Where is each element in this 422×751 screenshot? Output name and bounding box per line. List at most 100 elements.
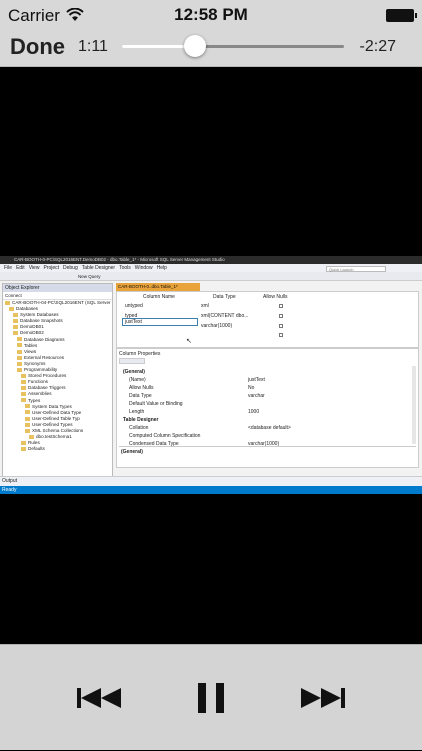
- tree-item-label: Database Diagrams: [24, 336, 65, 342]
- folder-icon: [21, 392, 26, 397]
- property-label: Data Type: [129, 393, 152, 399]
- folder-icon: [13, 312, 18, 317]
- menu-item: Window: [134, 265, 153, 271]
- skip-back-icon: [77, 688, 121, 708]
- tree-item-label: Stored Procedures: [28, 373, 67, 379]
- folder-icon: [21, 373, 26, 378]
- folder-icon: [25, 404, 30, 409]
- col-header-name: Column Name: [143, 294, 175, 300]
- tree-item-label: System Databases: [20, 312, 59, 318]
- tree-item-label: dbo.testSchema1: [36, 434, 72, 440]
- tree-item-label: Tables: [24, 342, 38, 348]
- folder-icon: [17, 349, 22, 354]
- allow-nulls-checkbox: [279, 304, 283, 308]
- allow-nulls-checkbox: [279, 333, 283, 337]
- menu-item: File: [4, 265, 13, 271]
- properties-scrollbar: [412, 366, 416, 444]
- folder-icon: [13, 331, 18, 336]
- property-value: 1000: [248, 409, 260, 415]
- object-explorer-title: Object Explorer: [3, 284, 112, 292]
- folder-icon: [17, 355, 22, 360]
- ssms-status-bar: Ready: [0, 486, 422, 494]
- row-type: varchar(1000): [201, 323, 233, 329]
- tree-item-label: Databases: [16, 306, 38, 312]
- tree-item-label: DemoDB01: [20, 324, 44, 330]
- property-value: varchar: [248, 393, 265, 399]
- folder-icon: [21, 447, 26, 452]
- designer-tab: CAR-BOOTH-0..dbo.Table_1*: [116, 283, 200, 291]
- row-name: untyped: [125, 303, 143, 309]
- property-description: (General): [119, 446, 416, 466]
- folder-icon: [21, 386, 26, 391]
- property-value: <database default>: [248, 425, 291, 431]
- tree-item-label: Assemblies: [28, 391, 52, 397]
- property-value: justText: [248, 377, 265, 383]
- status-bar: Carrier 12:58 PM: [0, 0, 422, 30]
- col-header-type: Data Type: [213, 294, 236, 300]
- property-label: Computed Column Specification: [129, 433, 201, 439]
- col-header-nulls: Allow Nulls: [263, 294, 288, 300]
- menu-item: Project: [43, 265, 59, 271]
- property-label: Table Designer: [123, 417, 159, 423]
- column-properties: Column Properties (General) (Name) justTex…: [116, 348, 419, 468]
- tree-item-label: CAR-BOOTH-04-PC\SQL2016ENT (SQL Server: [12, 300, 111, 305]
- object-explorer: Object Explorer Connect CAR-BOOTH-04-PC\…: [2, 283, 113, 494]
- menu-item: View: [28, 265, 40, 271]
- battery-icon: [386, 9, 417, 22]
- allow-nulls-checkbox: [279, 314, 283, 318]
- tree-item-label: Synonyms: [24, 360, 46, 366]
- folder-icon: [21, 380, 26, 384]
- tree-item-label: System Data Types: [32, 403, 72, 409]
- tree-item-label: Functions: [28, 379, 48, 385]
- tree-item-label: Database Triggers: [28, 385, 66, 391]
- folder-icon: [25, 422, 30, 427]
- previous-button[interactable]: [70, 645, 130, 751]
- tree-item-label: Views: [24, 348, 37, 354]
- new-query-label: New Query: [78, 274, 101, 279]
- tree-item-label: Defaults: [28, 446, 45, 452]
- property-value: No: [248, 385, 255, 391]
- folder-icon: [29, 434, 34, 439]
- property-label: Length: [129, 409, 145, 415]
- tree-item-label: XML Schema Collections: [32, 427, 84, 433]
- progress-knob[interactable]: [184, 35, 207, 57]
- folder-icon: [17, 361, 22, 366]
- folder-icon: [25, 428, 30, 433]
- tree-item-label: Programmability: [24, 367, 58, 373]
- folder-icon: [21, 440, 26, 445]
- properties-toolbar: [119, 358, 145, 364]
- next-button[interactable]: [292, 645, 352, 751]
- remaining-time: -2:27: [359, 38, 396, 55]
- folder-icon: [25, 416, 30, 421]
- tree-item-label: User-Defined Table Typ: [32, 415, 80, 421]
- video-frame[interactable]: CAR-BOOTH-0-PC\SQL2016ENT.DemoDB02 - dbo…: [0, 256, 422, 494]
- menu-item: Debug: [63, 265, 78, 271]
- property-label: Collation: [129, 425, 149, 431]
- tree-item-label: User-Defined Data Type: [32, 409, 82, 415]
- folder-icon: [5, 300, 10, 305]
- menu-bar: File Edit View Project Debug Table Designer To…: [0, 264, 422, 272]
- menu-item: Help: [156, 265, 167, 271]
- tree-item-label: Types: [28, 397, 41, 403]
- folder-icon: [25, 410, 30, 415]
- pause-button[interactable]: [180, 645, 242, 751]
- folder-icon: [9, 306, 14, 311]
- playback-controls: [0, 644, 422, 750]
- menu-item: Tools: [119, 265, 131, 271]
- folder-icon: [13, 325, 18, 330]
- elapsed-time: 1:11: [78, 38, 108, 55]
- property-label: (General): [123, 369, 145, 375]
- mouse-pointer-icon: ↖: [186, 338, 192, 345]
- window-title: CAR-BOOTH-0-PC\SQL2016ENT.DemoDB02 - dbo…: [0, 256, 422, 264]
- tree-item-label: Rules: [28, 440, 40, 446]
- folder-icon: [17, 343, 22, 348]
- done-button[interactable]: Done: [10, 34, 65, 60]
- progress-slider[interactable]: [122, 45, 344, 48]
- pause-icon: [198, 683, 224, 713]
- player-top-bar: Carrier 12:58 PM Done 1:11 -2:27: [0, 0, 422, 67]
- row-type: xml: [201, 303, 209, 309]
- tree-item: Defaults: [3, 446, 112, 452]
- column-name-input: justText: [122, 318, 198, 326]
- folder-icon: [17, 337, 22, 342]
- property-label: (Name): [129, 377, 146, 383]
